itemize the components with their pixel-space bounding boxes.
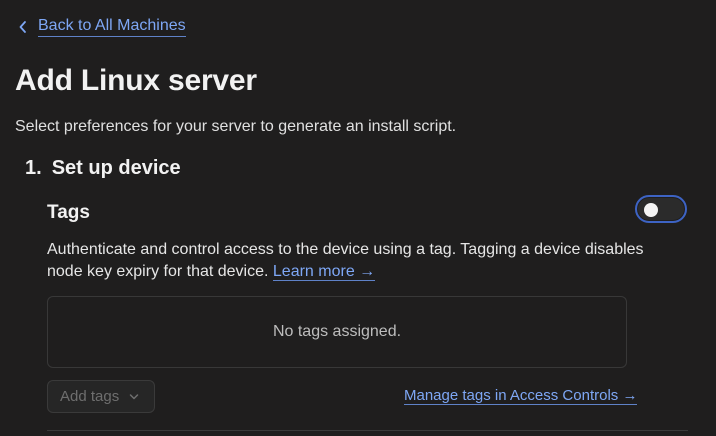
back-link-label: Back to All Machines — [38, 17, 186, 37]
step-number: 1. — [25, 157, 42, 179]
section-divider — [47, 430, 688, 431]
tags-toggle[interactable] — [635, 195, 687, 223]
back-to-all-machines-link[interactable]: Back to All Machines — [18, 17, 186, 37]
manage-tags-link[interactable]: Manage tags in Access Controls → — [404, 388, 638, 405]
tags-list-box: No tags assigned. — [47, 296, 627, 368]
tags-description: Authenticate and control access to the d… — [47, 239, 647, 283]
step-heading: 1. Set up device — [25, 157, 181, 180]
add-tags-button[interactable]: Add tags — [47, 380, 155, 413]
page-subtitle: Select preferences for your server to ge… — [15, 118, 457, 135]
step-title: Set up device — [51, 157, 181, 179]
chevron-left-icon — [18, 20, 28, 34]
no-tags-message: No tags assigned. — [272, 323, 402, 340]
chevron-down-icon — [129, 393, 139, 401]
tags-heading: Tags — [47, 202, 90, 223]
page-title: Add Linux server — [15, 64, 257, 97]
toggle-knob — [644, 203, 658, 217]
add-tags-label: Add tags — [60, 388, 120, 405]
learn-more-link[interactable]: Learn more → — [272, 263, 376, 281]
add-linux-server-page: Back to All Machines Add Linux server Se… — [0, 0, 716, 436]
